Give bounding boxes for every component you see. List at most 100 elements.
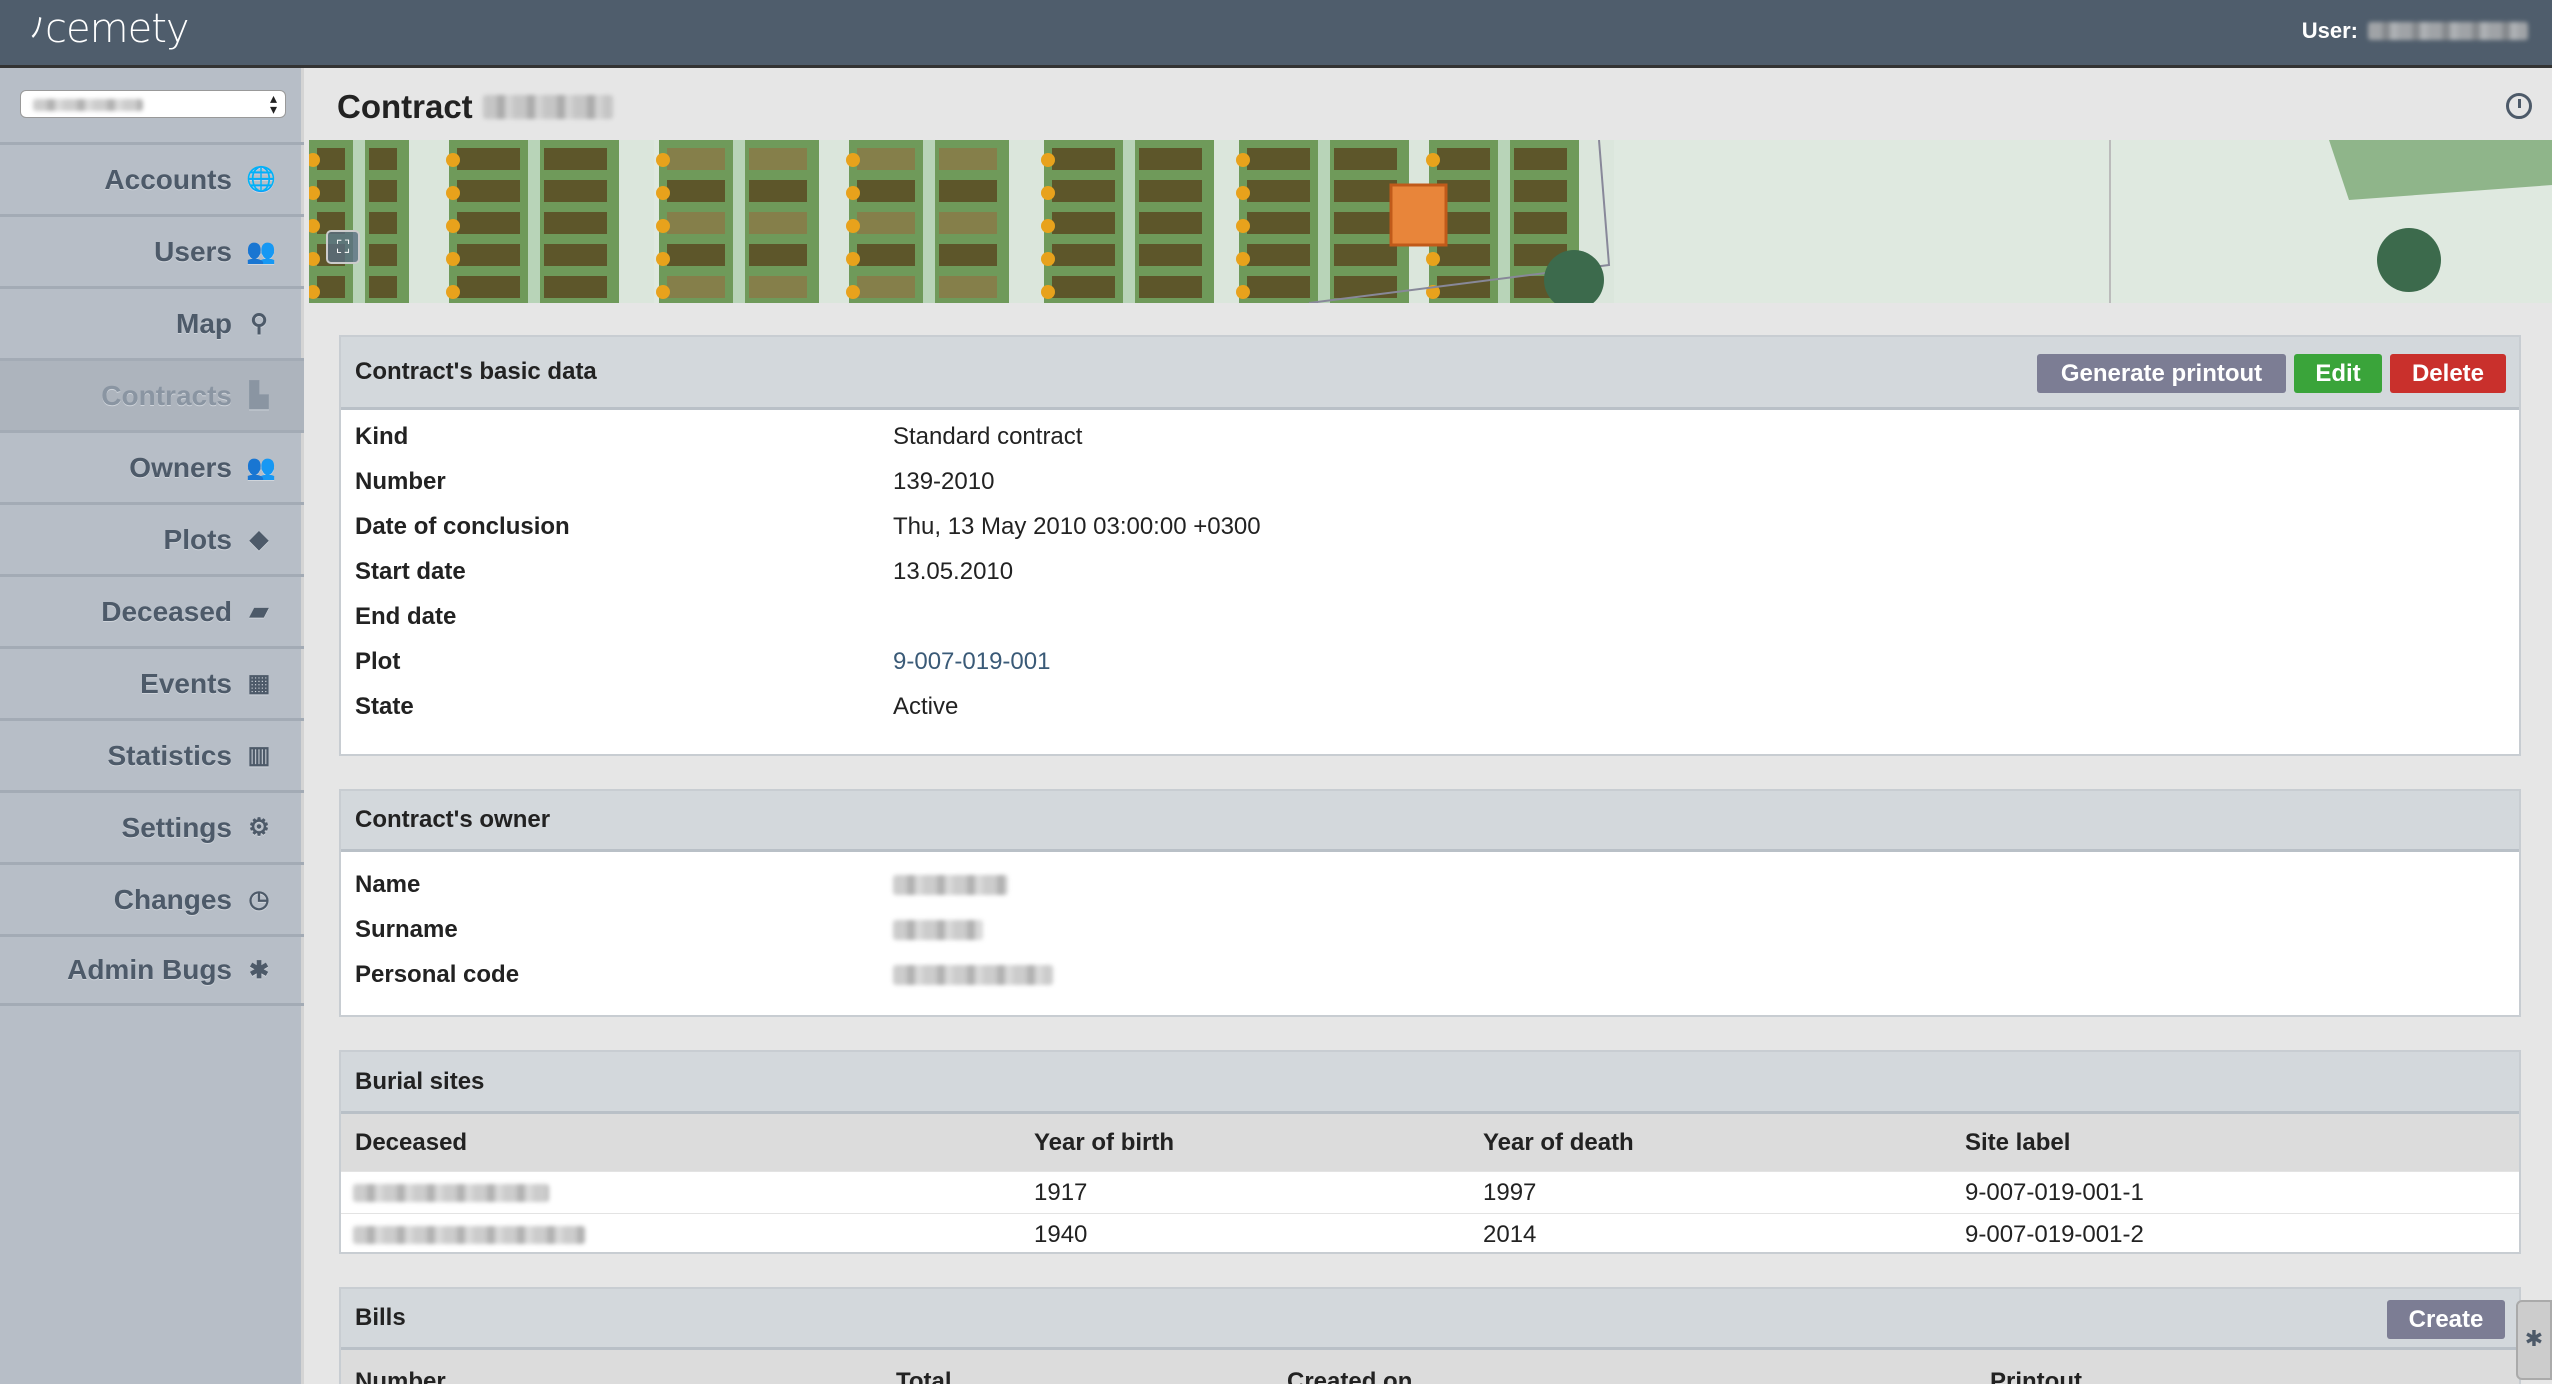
field-label: Personal code [355, 961, 520, 988]
sidebar-item-users[interactable]: Users 👥 [0, 214, 304, 286]
basic-data-panel: Contract's basic data Generate printout … [339, 335, 2521, 756]
sidebar-item-statistics[interactable]: Statistics ▥ [0, 718, 304, 790]
field-label: State [355, 693, 414, 720]
sidebar-item-label: Contracts [101, 379, 232, 411]
tag-icon: ◆ [249, 526, 269, 553]
sidebar-item-owners[interactable]: Owners 👥 [0, 430, 304, 502]
panel-header: Burial sites [341, 1052, 2519, 1114]
sidebar: ▴ ▾ Accounts 🌐 Users 👥 Map ⚲ Contracts ▙ Owners 👥 P… [0, 68, 304, 1384]
fullscreen-icon[interactable]: ⛶ [326, 230, 360, 264]
clock-icon: ◷ [248, 886, 270, 913]
column-header: Deceased [355, 1128, 468, 1156]
deceased-name-redacted[interactable] [353, 1225, 585, 1244]
panel-header: Bills Create [341, 1289, 2519, 1350]
user-label: User: [2301, 18, 2358, 43]
field-value-redacted [893, 875, 1008, 895]
globe-icon: 🌐 [246, 166, 276, 193]
table-header: Deceased Year of birth Year of death Site l… [341, 1114, 2519, 1171]
bug-icon: ✱ [248, 956, 270, 984]
logo[interactable]: ﾉcemety [30, 6, 190, 52]
map-marker-icon: ⚲ [250, 310, 268, 337]
field-label: Name [355, 871, 421, 898]
panel-title: Contract's basic data [355, 358, 597, 385]
field-label: End date [355, 603, 457, 630]
sidebar-item-label: Settings [121, 811, 232, 843]
sidebar-item-deceased[interactable]: Deceased ▰ [0, 574, 304, 646]
select-arrows-icon: ▴ ▾ [269, 90, 277, 117]
plot-map[interactable]: ⛶ [309, 140, 2552, 303]
sidebar-item-label: Admin Bugs [67, 954, 232, 985]
sidebar-item-contracts[interactable]: Contracts ▙ [0, 358, 304, 430]
bills-panel: Bills Create Number Total Created on Printo… [339, 1287, 2521, 1384]
owner-panel: Contract's owner Name Surname Personal cod… [339, 789, 2521, 1017]
column-header: Site label [1965, 1128, 2071, 1156]
panel-title: Contract's owner [355, 806, 551, 833]
field-label: Start date [355, 558, 466, 585]
field-value: Active [893, 693, 959, 720]
sidebar-item-accounts[interactable]: Accounts 🌐 [0, 142, 304, 214]
user-info: User: [2302, 18, 2528, 44]
sidebar-item-changes[interactable]: Changes ◷ [0, 862, 304, 934]
selected-value-redacted [33, 99, 143, 111]
sidebar-item-plots[interactable]: Plots ◆ [0, 502, 304, 574]
field-label: Kind [355, 423, 409, 450]
field-value: Standard contract [893, 423, 1083, 450]
sidebar-item-label: Accounts [104, 163, 232, 195]
year-of-birth: 1940 [1034, 1220, 1088, 1248]
field-value-redacted [893, 920, 983, 940]
sidebar-item-label: Map [176, 307, 232, 339]
cogs-icon: ⚙ [248, 814, 270, 841]
panel-header: Contract's owner [341, 791, 2519, 852]
main-content: Contract ⛶ Contract's basic data Generat… [304, 68, 2552, 1384]
bar-chart-icon: ▥ [247, 742, 271, 769]
table-row: 1917 1997 9-007-019-001-1 [341, 1171, 2519, 1213]
logo-text: cemety [45, 6, 190, 52]
generate-printout-button[interactable]: Generate printout [2037, 354, 2286, 393]
field-value: Thu, 13 May 2010 03:00:00 +0300 [893, 513, 1261, 540]
column-header: Year of birth [1034, 1128, 1175, 1156]
sidebar-item-admin-bugs[interactable]: Admin Bugs ✱ [0, 934, 304, 1006]
report-bug-icon[interactable]: ✱ [2516, 1300, 2552, 1380]
deceased-name-redacted[interactable] [353, 1183, 549, 1202]
column-header: Created on [1287, 1368, 1413, 1384]
table-row: 1940 2014 9-007-019-001-2 [341, 1213, 2519, 1255]
column-header: Number [355, 1368, 446, 1384]
burial-sites-panel: Burial sites Deceased Year of birth Year o… [339, 1050, 2521, 1254]
field-label: Date of conclusion [355, 513, 570, 540]
create-bill-button[interactable]: Create [2387, 1300, 2505, 1339]
map-canvas[interactable] [309, 140, 2552, 303]
site-label: 9-007-019-001-2 [1965, 1220, 2144, 1248]
cemetery-select[interactable]: ▴ ▾ [20, 90, 286, 118]
sidebar-item-label: Events [140, 667, 232, 699]
users-icon: 👥 [246, 454, 276, 481]
field-value: 13.05.2010 [893, 558, 1014, 585]
field-label: Plot [355, 648, 401, 675]
column-header: Printout [1990, 1368, 2082, 1384]
sidebar-item-label: Users [154, 235, 232, 267]
page-title-text: Contract [337, 88, 473, 125]
sidebar-item-label: Changes [113, 883, 232, 915]
panel-header: Contract's basic data Generate printout … [341, 337, 2519, 410]
sidebar-item-label: Statistics [107, 739, 233, 771]
sidebar-item-map[interactable]: Map ⚲ [0, 286, 304, 358]
field-label: Surname [355, 916, 458, 943]
column-header: Year of death [1483, 1128, 1634, 1156]
plot-link[interactable]: 9-007-019-001 [893, 648, 1050, 676]
sidebar-item-events[interactable]: Events ▦ [0, 646, 304, 718]
sidebar-item-settings[interactable]: Settings ⚙ [0, 790, 304, 862]
dove-icon: ﾉ [30, 11, 44, 44]
sidebar-item-label: Owners [129, 451, 232, 483]
field-value: 139-2010 [893, 468, 995, 495]
sidebar-nav: Accounts 🌐 Users 👥 Map ⚲ Contracts ▙ Owners 👥 Plot… [0, 142, 304, 1006]
edit-button[interactable]: Edit [2294, 354, 2382, 393]
delete-button[interactable]: Delete [2390, 354, 2506, 393]
year-of-death: 1997 [1483, 1178, 1537, 1206]
history-icon[interactable] [2506, 93, 2532, 119]
sidebar-item-label: Plots [163, 523, 232, 555]
page-title: Contract [337, 88, 613, 126]
contract-id-redacted [482, 95, 613, 119]
panel-title: Bills [355, 1304, 406, 1331]
top-bar: ﾉcemety User: [0, 0, 2552, 68]
calendar-icon: ▦ [247, 670, 271, 697]
year-of-birth: 1917 [1034, 1178, 1088, 1206]
